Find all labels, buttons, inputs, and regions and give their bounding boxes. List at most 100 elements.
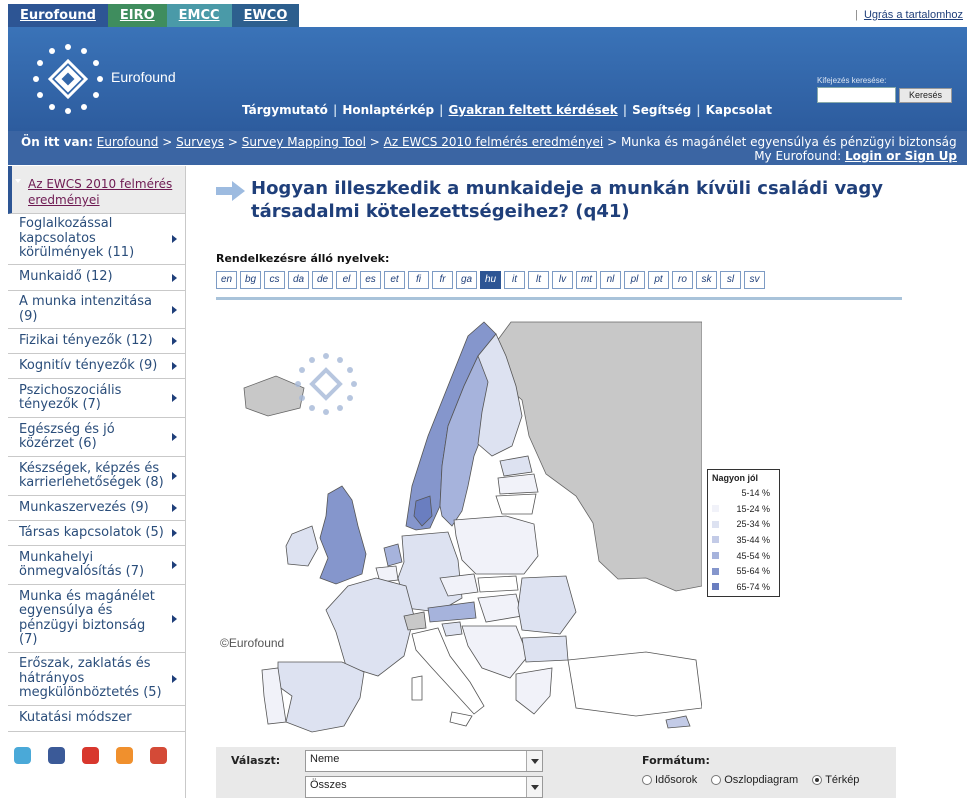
page-title: Hogyan illeszkedik a munkaideje a munkán… — [251, 178, 883, 222]
language-fr[interactable]: fr — [432, 271, 453, 289]
chevron-down-icon — [15, 179, 21, 183]
language-pl[interactable]: pl — [624, 271, 645, 289]
my-eurofound-label: My Eurofound: — [754, 149, 842, 163]
nav-help[interactable]: Segítség — [627, 103, 696, 117]
facebook-icon[interactable] — [48, 747, 65, 764]
sidebar-item-intensity[interactable]: A munka intenzitása (9) — [8, 291, 185, 329]
breadcrumb-current: Munka és magánélet egyensúlya és pénzügy… — [620, 135, 957, 149]
chevron-right-icon — [172, 472, 177, 480]
nav-contact[interactable]: Kapcsolat — [701, 103, 777, 117]
map-region-latvia[interactable] — [497, 473, 539, 495]
chevron-right-icon — [172, 504, 177, 512]
language-fi[interactable]: fi — [408, 271, 429, 289]
map-region-slovakia[interactable] — [477, 575, 519, 593]
sidebar-item-active[interactable]: Az EWCS 2010 felmérés eredményei — [8, 166, 185, 214]
format-map-radio[interactable]: Térkép — [812, 774, 859, 786]
language-mt[interactable]: mt — [576, 271, 597, 289]
sidebar-item-organisation[interactable]: Munkaszervezés (9) — [8, 496, 185, 521]
sidebar-item-work-life-balance[interactable]: Munka és magánélet egyensúlya és pénzügy… — [8, 585, 185, 653]
language-sk[interactable]: sk — [696, 271, 717, 289]
map-region-sardinia[interactable] — [411, 675, 423, 701]
nav-faq[interactable]: Gyakran feltett kérdések — [444, 103, 623, 117]
tab-emcc[interactable]: EMCC — [166, 4, 232, 27]
chevron-down-icon[interactable] — [526, 777, 542, 797]
language-ro[interactable]: ro — [672, 271, 693, 289]
breadcrumb: Ön itt van: Eurofound > Surveys > Survey… — [8, 131, 967, 165]
chevron-down-icon[interactable] — [526, 751, 542, 771]
language-nl[interactable]: nl — [600, 271, 621, 289]
sidebar-item-occupational[interactable]: Foglalkozással kapcsolatos körülmények (… — [8, 214, 185, 265]
map-region-bulgaria[interactable] — [521, 635, 569, 663]
sidebar-item-health[interactable]: Egészség és jó közérzet (6) — [8, 418, 185, 457]
chevron-right-icon — [172, 362, 177, 370]
sidebar-item-skills[interactable]: Készségek, képzés és karrierlehetőségek … — [8, 457, 185, 496]
language-bg[interactable]: bg — [240, 271, 261, 289]
sidebar-item-working-time[interactable]: Munkaidő (12) — [8, 265, 185, 291]
language-sl[interactable]: sl — [720, 271, 741, 289]
legend-label: 25-34 % — [736, 519, 770, 530]
sidebar-item-physical[interactable]: Fizikai tényezők (12) — [8, 329, 185, 354]
map-region-lithuania[interactable] — [495, 493, 537, 515]
format-barchart-radio[interactable]: Oszlopdiagram — [711, 774, 798, 786]
chevron-right-icon — [172, 614, 177, 623]
twitter-icon[interactable] — [14, 747, 31, 764]
youtube-icon[interactable] — [82, 747, 99, 764]
legend-swatch — [712, 505, 719, 513]
legend-swatch — [712, 536, 719, 544]
skip-to-content-link[interactable]: Ugrás a tartalomhoz — [864, 9, 963, 21]
map-region-turkey[interactable] — [567, 651, 702, 717]
sidebar-item-label: Fizikai tényezők (12) — [19, 332, 153, 348]
breadcrumb-link-ewcs[interactable]: Az EWCS 2010 felmérés eredményei — [384, 135, 604, 149]
map-region-slovenia[interactable] — [441, 621, 463, 637]
chevron-right-icon — [172, 529, 177, 537]
sidebar-item-label: Munkahelyi önmegvalósítás (7) — [19, 549, 145, 579]
nav-index[interactable]: Tárgymutató — [237, 103, 333, 117]
language-it[interactable]: it — [504, 271, 525, 289]
rss-icon[interactable] — [116, 747, 133, 764]
language-ga[interactable]: ga — [456, 271, 477, 289]
search-input[interactable] — [817, 87, 896, 103]
breadcrumb-link-mapping-tool[interactable]: Survey Mapping Tool — [242, 135, 366, 149]
radio-selected-icon — [812, 775, 823, 785]
language-es[interactable]: es — [360, 271, 381, 289]
search-button[interactable]: Keresés — [899, 88, 952, 103]
sidebar-item-social-relations[interactable]: Társas kapcsolatok (5) — [8, 521, 185, 546]
languages-label: Rendelkezésre álló nyelvek: — [216, 252, 390, 265]
language-da[interactable]: da — [288, 271, 309, 289]
sidebar-item-violence[interactable]: Erőszak, zaklatás és hátrányos megkülönb… — [8, 653, 185, 706]
sidebar-item-fulfilment[interactable]: Munkahelyi önmegvalósítás (7) — [8, 546, 185, 585]
eurofound-logo-icon[interactable] — [28, 39, 108, 119]
tab-ewco[interactable]: EWCO — [231, 4, 300, 27]
sidebar-item-cognitive[interactable]: Kognitív tényezők (9) — [8, 354, 185, 379]
language-hu[interactable]: hu — [480, 271, 501, 289]
breadcrumb-link-surveys[interactable]: Surveys — [176, 135, 224, 149]
search-label: Kifejezés keresése: — [817, 76, 887, 85]
language-et[interactable]: et — [384, 271, 405, 289]
tab-eiro[interactable]: EIRO — [107, 4, 167, 27]
site-tabs: Eurofound EIRO EMCC EWCO — [8, 4, 300, 27]
language-lv[interactable]: lv — [552, 271, 573, 289]
sidebar-item-label: Az EWCS 2010 felmérés eredményei — [28, 177, 173, 207]
format-timeseries-radio[interactable]: Idősorok — [642, 774, 697, 786]
breadcrumb-link-eurofound[interactable]: Eurofound — [97, 135, 159, 149]
language-en[interactable]: en — [216, 271, 237, 289]
group-select[interactable]: Neme — [305, 750, 543, 772]
legend-swatch — [712, 489, 719, 497]
language-cs[interactable]: cs — [264, 271, 285, 289]
chevron-right-icon — [172, 433, 177, 441]
google-plus-icon[interactable] — [150, 747, 167, 764]
language-lt[interactable]: lt — [528, 271, 549, 289]
sidebar-item-methodology[interactable]: Kutatási módszer — [8, 706, 185, 732]
language-pt[interactable]: pt — [648, 271, 669, 289]
language-de[interactable]: de — [312, 271, 333, 289]
sidebar-item-psychosocial[interactable]: Pszichoszociális tényezők (7) — [8, 379, 185, 418]
nav-sitemap[interactable]: Honlaptérkép — [337, 103, 439, 117]
legend-item: 45-54 % — [708, 548, 779, 564]
login-link[interactable]: Login or Sign Up — [845, 149, 957, 163]
subgroup-select[interactable]: Összes — [305, 776, 543, 798]
tab-eurofound[interactable]: Eurofound — [8, 4, 108, 27]
sidebar-item-label: A munka intenzitása (9) — [19, 294, 152, 324]
language-sv[interactable]: sv — [744, 271, 765, 289]
language-el[interactable]: el — [336, 271, 357, 289]
chevron-right-icon — [172, 273, 177, 282]
